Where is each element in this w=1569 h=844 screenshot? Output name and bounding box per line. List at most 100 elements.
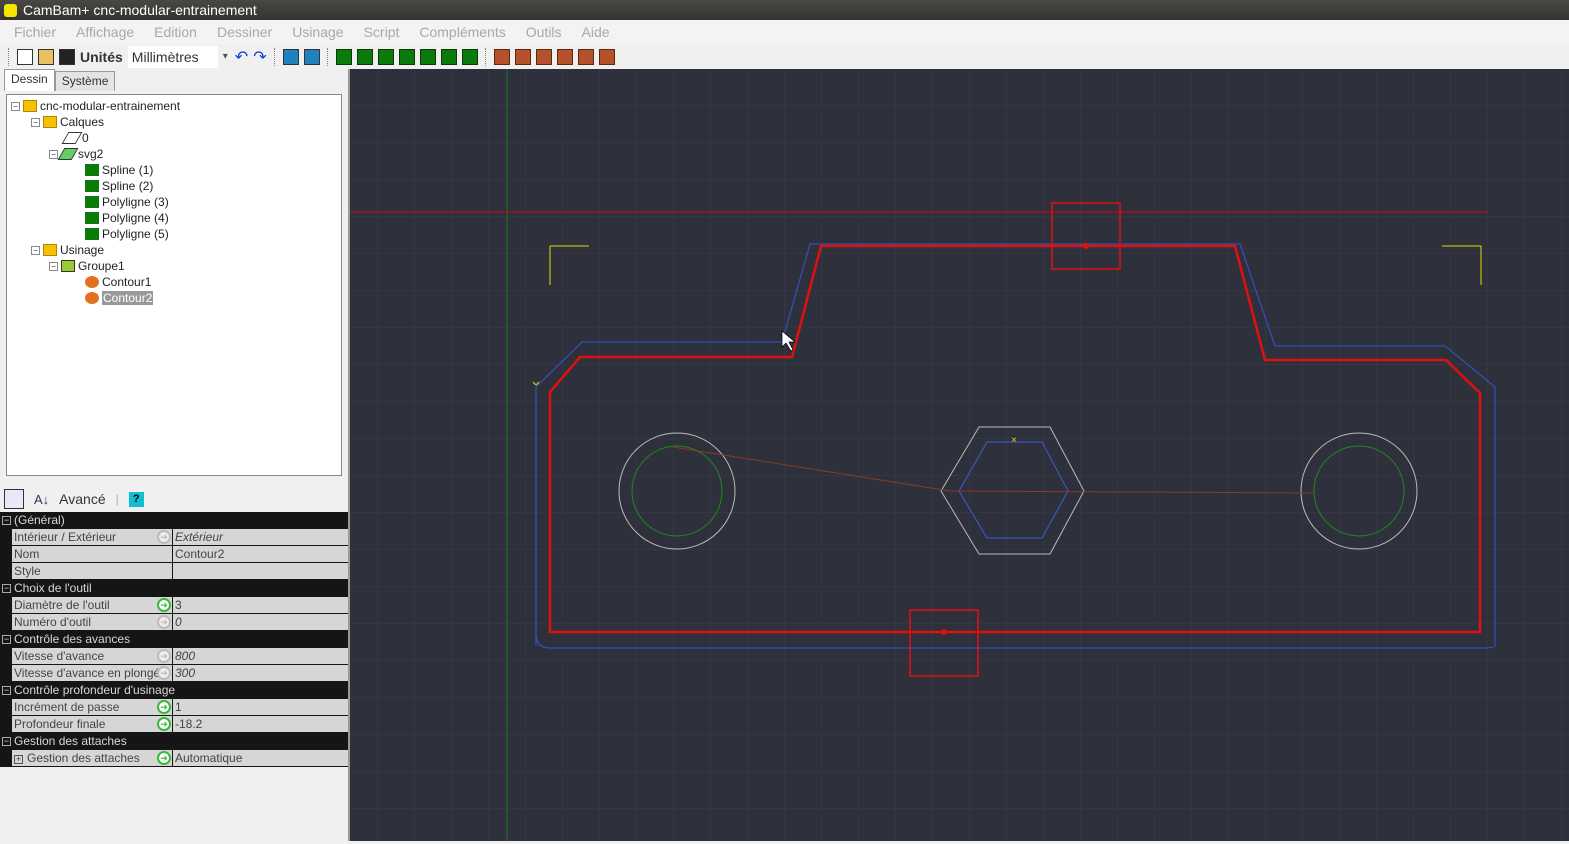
property-row[interactable]: Vitesse d'avance en plongée ➜ 300: [0, 665, 348, 682]
menu-aide[interactable]: Aide: [582, 24, 610, 40]
property-value[interactable]: Contour2: [173, 546, 348, 563]
collapse-icon[interactable]: −: [49, 149, 58, 159]
units-select[interactable]: Millimètres: [127, 45, 228, 68]
tree-contour2[interactable]: Contour2: [85, 291, 154, 305]
property-value[interactable]: Extérieur: [173, 529, 348, 546]
property-category[interactable]: − Contrôle profondeur d'usinage: [0, 682, 348, 699]
collapse-icon[interactable]: −: [2, 737, 11, 746]
tree-layers[interactable]: − Calques: [31, 115, 104, 129]
arrow-right-icon[interactable]: ➜: [157, 700, 171, 714]
property-row[interactable]: Profondeur finale ➜ -18.2: [0, 716, 348, 733]
region-tool-icon[interactable]: [440, 48, 457, 65]
open-folder-icon[interactable]: [38, 48, 54, 65]
circle-tool-icon[interactable]: [356, 48, 373, 65]
tree-item[interactable]: Polyligne (5): [85, 227, 169, 241]
profile-icon[interactable]: [493, 48, 510, 65]
drill-icon[interactable]: [556, 48, 573, 65]
tab-systeme[interactable]: Système: [54, 71, 116, 91]
property-category[interactable]: − Choix de l'outil: [0, 580, 348, 597]
property-category[interactable]: − (Général): [0, 512, 348, 529]
property-label: Gestion des attaches: [27, 751, 140, 765]
property-row[interactable]: Incrément de passe ➜ 1: [0, 699, 348, 716]
arrow-right-icon[interactable]: ➜: [157, 530, 171, 544]
help-icon[interactable]: ?: [128, 491, 144, 507]
polyline-tool-icon[interactable]: [335, 48, 352, 65]
tree-contour1[interactable]: Contour1: [85, 275, 151, 289]
collapse-icon[interactable]: −: [49, 261, 58, 271]
tree-label: Polyligne (4): [102, 211, 169, 225]
advanced-button[interactable]: Avancé: [59, 491, 105, 507]
property-category[interactable]: − Gestion des attaches: [0, 733, 348, 750]
property-row[interactable]: Vitesse d'avance ➜ 800: [0, 648, 348, 665]
drawing-canvas[interactable]: ×: [350, 69, 1569, 841]
gcode-icon[interactable]: [598, 48, 615, 65]
tree-item[interactable]: Spline (2): [85, 179, 153, 193]
save-icon[interactable]: [59, 48, 75, 65]
menu-dessiner[interactable]: Dessiner: [217, 24, 272, 40]
undo-icon[interactable]: ↶: [235, 47, 248, 67]
tree-layer-svg2[interactable]: − svg2: [49, 147, 103, 161]
menu-edition[interactable]: Edition: [154, 24, 197, 40]
arrow-right-icon[interactable]: ➜: [157, 649, 171, 663]
property-row[interactable]: Nom Contour2: [0, 546, 348, 563]
property-value[interactable]: 800: [173, 648, 348, 665]
tree-item[interactable]: Polyligne (4): [85, 211, 169, 225]
menu-usinage[interactable]: Usinage: [292, 24, 343, 40]
property-value[interactable]: 1: [173, 699, 348, 716]
collapse-icon[interactable]: −: [31, 117, 40, 127]
3d-tool-icon[interactable]: [461, 48, 478, 65]
property-category[interactable]: − Contrôle des avances: [0, 631, 348, 648]
menu-outils[interactable]: Outils: [526, 24, 562, 40]
collapse-icon[interactable]: −: [2, 516, 11, 525]
property-row[interactable]: Numéro d'outil ➜ 0: [0, 614, 348, 631]
tree-root[interactable]: − cnc-modular-entrainement: [11, 99, 180, 113]
redo-icon[interactable]: ↷: [253, 47, 266, 67]
property-row[interactable]: Style: [0, 563, 348, 580]
tree-machining[interactable]: − Usinage: [31, 243, 104, 257]
property-row[interactable]: + Gestion des attaches ➜ Automatique: [0, 750, 348, 767]
tree-label: Spline (2): [102, 179, 154, 193]
property-value[interactable]: [173, 563, 348, 580]
tree-item[interactable]: Spline (1): [85, 163, 153, 177]
collapse-icon[interactable]: −: [31, 245, 40, 255]
rectangle-tool-icon[interactable]: [398, 48, 415, 65]
snap-icon[interactable]: [282, 48, 299, 65]
collapse-icon[interactable]: −: [2, 686, 11, 695]
property-value[interactable]: 300: [173, 665, 348, 682]
property-row[interactable]: Intérieur / Extérieur ➜ Extérieur: [0, 529, 348, 546]
new-file-icon[interactable]: [17, 48, 33, 65]
text-tool-icon[interactable]: [419, 48, 436, 65]
arrow-right-icon[interactable]: ➜: [157, 751, 171, 765]
tree-label: Contour2: [102, 291, 154, 305]
collapse-icon[interactable]: −: [2, 584, 11, 593]
property-name: Profondeur finale ➜: [12, 716, 172, 733]
tree-layer-0[interactable]: 0: [61, 131, 89, 145]
arrow-right-icon[interactable]: ➜: [157, 666, 171, 680]
property-value[interactable]: -18.2: [173, 716, 348, 733]
arrow-right-icon[interactable]: ➜: [157, 717, 171, 731]
menu-script[interactable]: Script: [364, 24, 400, 40]
arrow-right-icon[interactable]: ➜: [157, 615, 171, 629]
property-value[interactable]: 0: [173, 614, 348, 631]
property-row[interactable]: Diamètre de l'outil ➜ 3: [0, 597, 348, 614]
menu-complements[interactable]: Compléments: [419, 24, 505, 40]
sort-az-icon[interactable]: A↓: [34, 492, 49, 507]
lathe-icon[interactable]: [577, 48, 594, 65]
property-value[interactable]: 3: [173, 597, 348, 614]
collapse-icon[interactable]: −: [2, 635, 11, 644]
tab-dessin[interactable]: Dessin: [4, 69, 55, 91]
collapse-icon[interactable]: −: [11, 101, 20, 111]
engrave-icon[interactable]: [535, 48, 552, 65]
grid-icon[interactable]: [303, 48, 320, 65]
points-tool-icon[interactable]: [377, 48, 394, 65]
tree-group[interactable]: − Groupe1: [49, 259, 125, 273]
expand-icon[interactable]: +: [14, 755, 23, 764]
drawing-view[interactable]: ×: [350, 69, 1569, 841]
property-value[interactable]: Automatique: [173, 750, 348, 767]
menu-fichier[interactable]: Fichier: [14, 24, 56, 40]
tree-item[interactable]: Polyligne (3): [85, 195, 169, 209]
menu-affichage[interactable]: Affichage: [76, 24, 134, 40]
arrow-right-icon[interactable]: ➜: [157, 598, 171, 612]
pocket-icon[interactable]: [514, 48, 531, 65]
categorized-icon[interactable]: [4, 489, 24, 509]
